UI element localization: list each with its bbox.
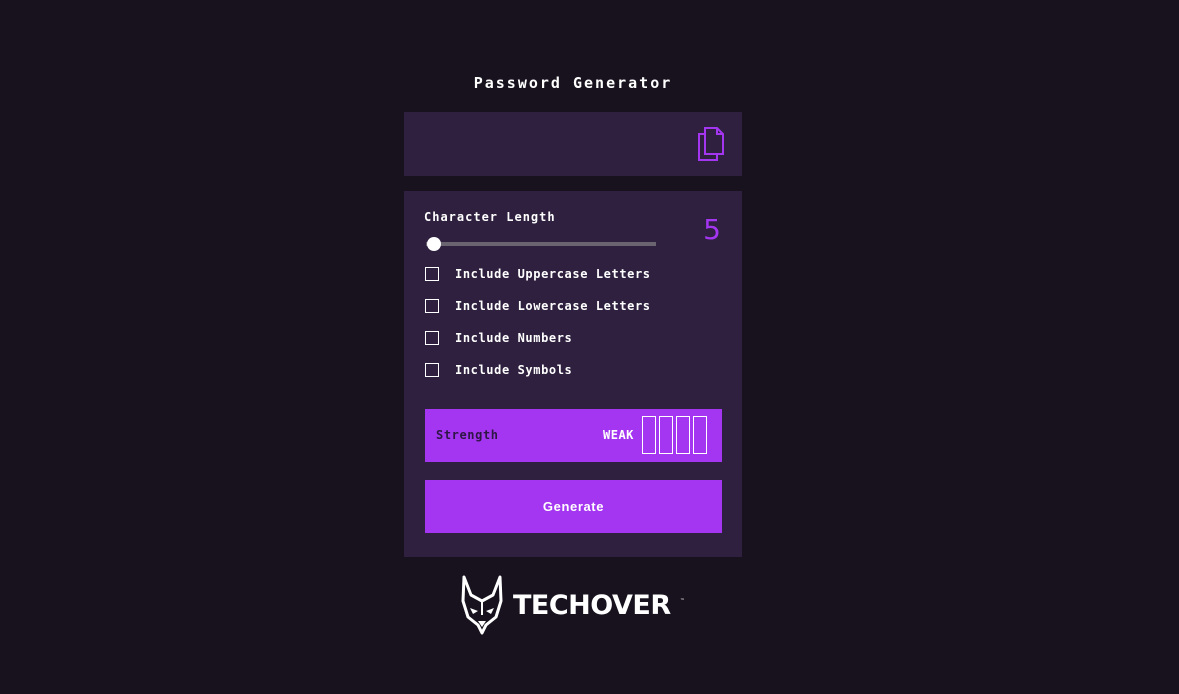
numbers-checkbox[interactable] <box>425 331 439 345</box>
techover-logo: TECHOVER ™ <box>459 575 689 635</box>
trademark-mark: ™ <box>680 598 685 604</box>
password-output <box>404 112 742 176</box>
option-label: Include Lowercase Letters <box>455 299 651 313</box>
strength-bar <box>659 416 673 454</box>
page-title: Password Generator <box>473 74 673 92</box>
option-uppercase[interactable]: Include Uppercase Letters <box>425 265 651 283</box>
option-lowercase[interactable]: Include Lowercase Letters <box>425 297 651 315</box>
strength-bar <box>676 416 690 454</box>
lowercase-checkbox[interactable] <box>425 299 439 313</box>
logo-text: TECHOVER <box>513 590 671 621</box>
generate-button[interactable]: Generate <box>425 480 722 533</box>
strength-indicator: Strength WEAK <box>425 409 722 462</box>
copy-icon[interactable] <box>695 126 725 162</box>
fox-logo-icon <box>461 575 503 635</box>
settings-panel: Character Length 5 Include Uppercase Let… <box>404 191 742 557</box>
option-label: Include Symbols <box>455 363 573 377</box>
uppercase-checkbox[interactable] <box>425 267 439 281</box>
strength-label: Strength <box>436 428 499 442</box>
slider-track <box>426 242 656 246</box>
symbols-checkbox[interactable] <box>425 363 439 377</box>
character-length-label: Character Length <box>424 210 556 224</box>
strength-bar <box>642 416 656 454</box>
strength-bar <box>693 416 707 454</box>
slider-thumb[interactable] <box>427 237 441 251</box>
strength-value: WEAK <box>603 428 634 442</box>
option-label: Include Uppercase Letters <box>455 267 651 281</box>
option-numbers[interactable]: Include Numbers <box>425 329 572 347</box>
length-slider[interactable] <box>426 237 656 251</box>
option-label: Include Numbers <box>455 331 573 345</box>
character-length-value: 5 <box>703 213 721 246</box>
option-symbols[interactable]: Include Symbols <box>425 361 572 379</box>
